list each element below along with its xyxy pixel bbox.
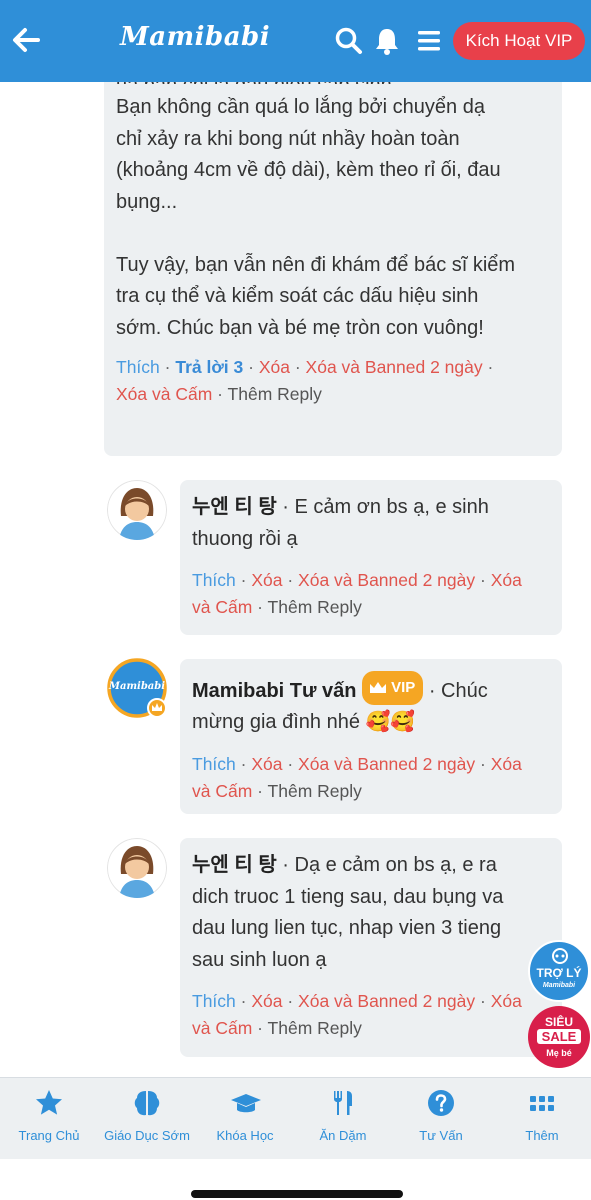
cropped-text: ủa bạn chỉ là dấu hiệu sắp sinh: [116, 82, 550, 84]
comment-bubble: 누엔 티 탕 · E cảm ơn bs ạ, e sinh thuong rồ…: [180, 480, 562, 635]
comment-text: Mamibabi Tư vấn VIP · Chúc mừng gia đình…: [192, 671, 550, 739]
avatar[interactable]: [107, 480, 167, 540]
delete-link[interactable]: Xóa: [251, 754, 282, 774]
avatar[interactable]: Mamibabi: [107, 658, 167, 718]
nav-home[interactable]: Trang Chủ: [0, 1078, 98, 1160]
bottom-navigation: Trang Chủ Giáo Dục Sớm Khóa Học Ăn Dặm T…: [0, 1077, 591, 1159]
top-header: Mamibabi Kích Hoạt VIP: [0, 0, 591, 82]
delete-block-link[interactable]: và Cấm: [192, 597, 252, 617]
nav-label: Ăn Dặm: [319, 1128, 367, 1143]
grid-icon: [530, 1096, 554, 1111]
like-link[interactable]: Thích: [116, 357, 160, 377]
assistant-button[interactable]: TRỢ LÝ Mamibabi: [528, 940, 590, 1002]
nav-label: Giáo Dục Sớm: [104, 1128, 190, 1143]
super-sale-button[interactable]: SIÊU SALE Mẹ bé: [528, 1006, 590, 1068]
back-arrow-icon[interactable]: [10, 24, 42, 56]
comment-actions: Thích · Xóa · Xóa và Banned 2 ngày · Xóa…: [192, 991, 522, 1038]
nav-label: Khóa Học: [216, 1128, 274, 1143]
graduation-cap-icon: [231, 1094, 261, 1113]
fork-knife-icon: [334, 1091, 352, 1115]
comment-bubble: Mamibabi Tư vấn VIP · Chúc mừng gia đình…: [180, 659, 562, 814]
vip-badge: VIP: [362, 671, 424, 705]
like-link[interactable]: Thích: [192, 570, 236, 590]
delete-ban-link[interactable]: Xóa và Banned 2 ngày: [306, 357, 483, 377]
comment-bubble: ủa bạn chỉ là dấu hiệu sắp sinh Bạn khôn…: [104, 82, 562, 456]
sale-label-3: Mẹ bé: [546, 1048, 572, 1058]
comment-bubble: 누엔 티 탕 · Dạ e cảm on bs ạ, e ra dich tru…: [180, 838, 562, 1057]
delete-link[interactable]: Xóa: [251, 991, 282, 1011]
comment-actions: Thích · Xóa · Xóa và Banned 2 ngày · Xóa…: [192, 570, 522, 617]
comment-author[interactable]: 누엔 티 탕: [192, 496, 277, 518]
delete-link[interactable]: Xóa: [251, 570, 282, 590]
delete-ban-link[interactable]: Xóa và Banned 2 ngày: [298, 570, 475, 590]
app-logo[interactable]: Mamibabi: [120, 22, 270, 52]
comment-author[interactable]: Mamibabi Tư vấn: [192, 680, 357, 702]
brain-icon: [134, 1091, 160, 1116]
nav-weaning[interactable]: Ăn Dặm: [294, 1078, 392, 1160]
star-icon: [36, 1090, 62, 1115]
comment-thread: ủa bạn chỉ là dấu hiệu sắp sinh Bạn khôn…: [0, 82, 591, 1077]
crown-icon: [370, 681, 387, 693]
avatar[interactable]: [107, 838, 167, 898]
comment-text: 누엔 티 탕 · Dạ e cảm on bs ạ, e ra dich tru…: [192, 854, 504, 971]
nav-more[interactable]: Thêm: [493, 1078, 591, 1160]
nav-label: Tư Vấn: [419, 1128, 463, 1143]
delete-link[interactable]: Xóa: [259, 357, 290, 377]
nav-early-education[interactable]: Giáo Dục Sớm: [98, 1078, 196, 1160]
sale-label-2: SALE: [537, 1029, 581, 1044]
bell-icon[interactable]: [372, 26, 402, 56]
delete-ban-link[interactable]: Xóa và Banned 2 ngày: [298, 991, 475, 1011]
more-reply-link[interactable]: Thêm Reply: [268, 1018, 362, 1038]
comment-actions: Thích · Xóa · Xóa và Banned 2 ngày · Xóa…: [192, 753, 522, 801]
nav-courses[interactable]: Khóa Học: [196, 1078, 294, 1160]
more-reply-link[interactable]: Thêm Reply: [228, 384, 322, 404]
delete-block-link[interactable]: Xóa: [491, 570, 522, 590]
comment-text: Bạn không cần quá lo lắng bởi chuyển dạ …: [116, 96, 516, 339]
delete-block-link[interactable]: Xóa và Cấm: [116, 384, 212, 404]
delete-ban-link[interactable]: Xóa và Banned 2 ngày: [298, 754, 475, 774]
search-icon[interactable]: [334, 26, 364, 56]
assistant-sublabel: Mamibabi: [542, 982, 576, 989]
comment-actions: Thích · Trả lời 3 · Xóa · Xóa và Banned …: [116, 357, 494, 404]
home-indicator[interactable]: [191, 1190, 403, 1198]
nav-label: Thêm: [525, 1128, 559, 1143]
question-icon: [428, 1090, 454, 1116]
delete-block-link[interactable]: Xóa: [491, 991, 522, 1011]
more-reply-link[interactable]: Thêm Reply: [268, 597, 362, 617]
delete-block-link[interactable]: Xóa: [491, 754, 522, 774]
avatar-logo-text: Mamibabi: [108, 681, 166, 692]
reply-count-link[interactable]: Trả lời 3: [175, 357, 243, 377]
nav-label: Trang Chủ: [18, 1128, 80, 1143]
comment-author[interactable]: 누엔 티 탕: [192, 854, 277, 876]
delete-block-link[interactable]: và Cấm: [192, 1018, 252, 1038]
activate-vip-button[interactable]: Kích Hoạt VIP: [453, 22, 585, 60]
more-reply-link[interactable]: Thêm Reply: [268, 781, 362, 801]
sale-label-1: SIÊU: [544, 1015, 573, 1029]
robot-icon: [552, 948, 568, 964]
nav-consult[interactable]: Tư Vấn: [392, 1078, 490, 1160]
like-link[interactable]: Thích: [192, 991, 236, 1011]
delete-block-link[interactable]: và Cấm: [192, 781, 252, 801]
assistant-label: TRỢ LÝ: [536, 966, 582, 980]
menu-icon[interactable]: [414, 26, 444, 56]
comment-text: 누엔 티 탕 · E cảm ơn bs ạ, e sinh thuong rồ…: [192, 496, 489, 550]
like-link[interactable]: Thích: [192, 754, 236, 774]
